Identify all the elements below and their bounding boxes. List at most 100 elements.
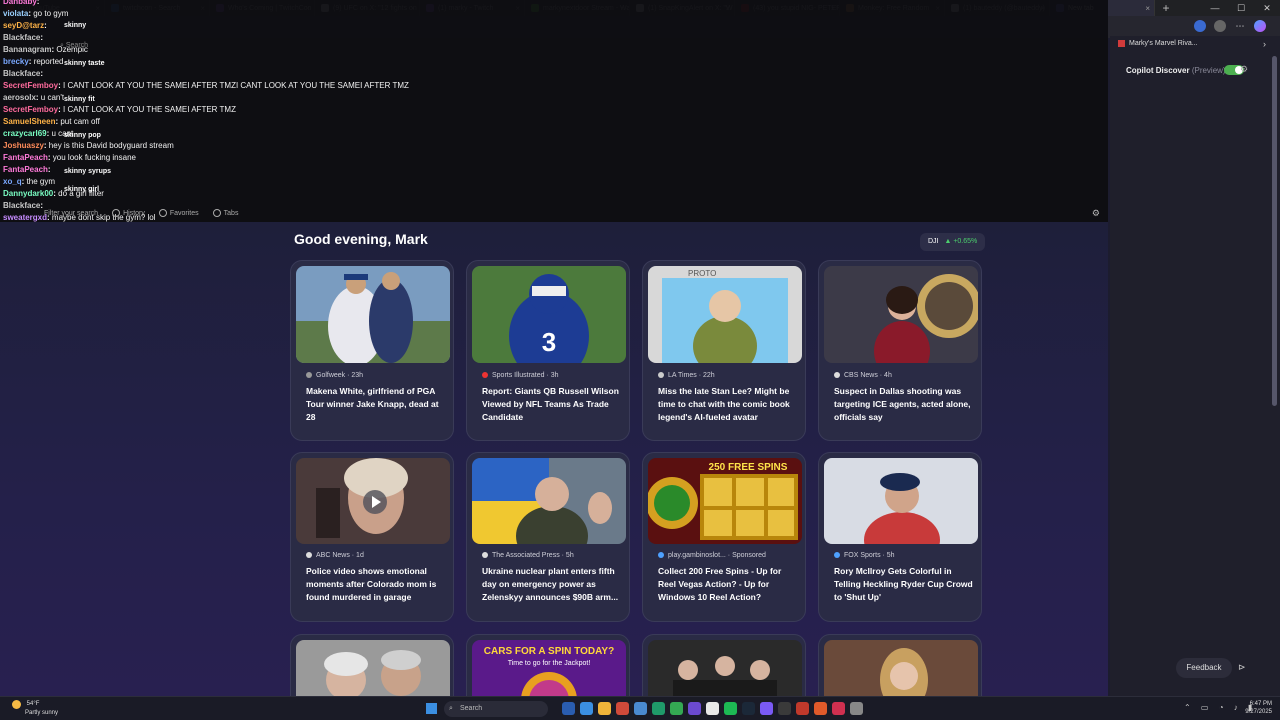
app-icon[interactable] xyxy=(706,702,719,715)
clock-date: 9/27/2025 xyxy=(1245,709,1272,715)
address-search-row[interactable]: ⌕ Search xyxy=(60,42,88,50)
feedback-button[interactable]: Feedback xyxy=(1176,658,1232,678)
profile-icon[interactable] xyxy=(1214,20,1226,32)
favorites-button[interactable]: Favorites xyxy=(158,209,199,217)
tab-close-icon[interactable]: × xyxy=(1145,4,1150,13)
suggestion-item[interactable]: skinny taste xyxy=(64,60,104,67)
task-view-icon[interactable] xyxy=(562,702,575,715)
hologram-photo-icon: PROTO xyxy=(648,266,802,363)
clock[interactable]: 6:47 PM 9/27/2025 xyxy=(1245,700,1272,716)
card-title: Collect 200 Free Spins - Up for Reel Veg… xyxy=(658,566,782,602)
chat-username[interactable]: FantaPeach xyxy=(3,165,48,174)
chat-username[interactable]: Dannydark00 xyxy=(3,189,53,198)
discord-icon[interactable] xyxy=(688,702,701,715)
history-button[interactable]: History xyxy=(112,209,145,217)
spotify-icon[interactable] xyxy=(724,702,737,715)
gear-icon[interactable]: ⚙ xyxy=(1240,64,1248,75)
settings-icon[interactable] xyxy=(850,702,863,715)
chevron-right-icon[interactable]: › xyxy=(1263,39,1266,49)
chat-message: SecretFemboy: I CANT LOOK AT YOU THE SAM… xyxy=(3,105,236,114)
card-image xyxy=(296,266,450,363)
news-card[interactable]: Golfweek · 23h Makena White, girlfriend … xyxy=(290,260,454,441)
sidebar-item-marvel[interactable]: Marky's Marvel Riva... xyxy=(1118,40,1198,47)
chat-message: brecky: reported xyxy=(3,57,63,66)
sponsored-card[interactable]: 250 FREE SPINS play.gambinoslot... · Spo… xyxy=(642,452,806,622)
chat-username[interactable]: seyD@tarz xyxy=(3,21,44,30)
chat-username[interactable]: aerosolx xyxy=(3,93,36,102)
copilot-discover-label: Copilot Discover (Preview) xyxy=(1126,66,1226,75)
stock-ticker-badge[interactable]: DJI ▲ +0.65% xyxy=(920,233,986,251)
play-icon[interactable] xyxy=(363,490,387,514)
weather-widget[interactable]: 54°F Partly sunny xyxy=(12,700,58,717)
tabs-button[interactable]: Tabs xyxy=(212,209,238,217)
minimize-icon[interactable]: — xyxy=(1202,3,1228,13)
svg-text:3: 3 xyxy=(542,327,556,357)
chat-username[interactable]: crazycarl69 xyxy=(3,129,47,138)
app-icon[interactable] xyxy=(760,702,773,715)
suggestion-item[interactable]: skinny syrups xyxy=(64,168,111,175)
news-card[interactable]: ABC News · 1d Police video shows emotion… xyxy=(290,452,454,622)
file-explorer-icon[interactable] xyxy=(598,702,611,715)
suggestion-item[interactable]: skinny fit xyxy=(64,96,95,103)
gear-icon[interactable]: ⚙ xyxy=(1092,208,1100,219)
chat-username[interactable]: Joshuaszy xyxy=(3,141,44,150)
edge-icon[interactable] xyxy=(580,702,593,715)
card-title: Police video shows emotional moments aft… xyxy=(306,566,437,602)
copilot-icon[interactable] xyxy=(1254,20,1266,32)
chat-username[interactable]: Bananagram xyxy=(3,45,51,54)
app-icon[interactable] xyxy=(652,702,665,715)
app-icon[interactable] xyxy=(832,702,845,715)
filter-input[interactable]: Filter your search xyxy=(44,210,98,217)
address-bar-input[interactable]: skinny xyxy=(64,22,86,29)
card-source: play.gambinoslot... · Sponsored xyxy=(658,552,766,559)
extension-icon[interactable] xyxy=(1194,20,1206,32)
chat-username[interactable]: violata xyxy=(3,9,28,18)
news-card[interactable]: The Associated Press · 5h Ukraine nuclea… xyxy=(466,452,630,622)
chat-username[interactable]: SecretFemboy xyxy=(3,105,58,114)
chrome-icon[interactable] xyxy=(670,702,683,715)
chat-username[interactable]: brecky xyxy=(3,57,29,66)
new-tab-page: Good evening, Mark DJI ▲ +0.65% Golfweek… xyxy=(0,222,1108,714)
football-photo-icon: 3 xyxy=(472,266,626,363)
chat-username[interactable]: Blackface xyxy=(3,69,40,78)
chat-username[interactable]: Blackface xyxy=(3,33,40,42)
store-icon[interactable] xyxy=(616,702,629,715)
page-scrollbar[interactable] xyxy=(1272,56,1277,406)
card-source: The Associated Press · 5h xyxy=(482,552,574,559)
news-card[interactable]: 3 Sports Illustrated · 3h Report: Giants… xyxy=(466,260,630,441)
chat-username[interactable]: SecretFemboy xyxy=(3,81,58,90)
chat-message: SamuelSheen: put cam off xyxy=(3,117,100,126)
new-tab-button[interactable]: + xyxy=(1159,1,1173,15)
app-icon[interactable] xyxy=(796,702,809,715)
mail-icon[interactable] xyxy=(634,702,647,715)
chat-username[interactable]: xo_q xyxy=(3,177,22,186)
chat-message: Danbaby: xyxy=(3,0,39,6)
card-image xyxy=(296,458,450,544)
app-icon[interactable] xyxy=(814,702,827,715)
close-icon[interactable]: ✕ xyxy=(1254,3,1280,14)
taskbar-search[interactable]: ⌕ Search xyxy=(444,701,548,717)
suggestion-item[interactable]: skinny girl xyxy=(64,186,99,193)
toolbar-icons: ⋯ xyxy=(1194,20,1266,32)
chat-username[interactable]: Danbaby xyxy=(3,0,37,6)
suggestion-item[interactable]: skinny pop xyxy=(64,132,101,139)
weather-temp: 54°F xyxy=(26,701,40,707)
card-source: CBS News · 4h xyxy=(834,372,892,379)
app-icon[interactable] xyxy=(778,702,791,715)
menu-icon[interactable]: ⋯ xyxy=(1234,20,1246,32)
windows-start-icon[interactable] xyxy=(426,703,437,714)
news-card[interactable]: PROTO LA Times · 22h Miss the late Stan … xyxy=(642,260,806,441)
news-card[interactable]: FOX Sports · 5h Rory McIlroy Gets Colorf… xyxy=(818,452,982,622)
steam-icon[interactable] xyxy=(742,702,755,715)
maximize-icon[interactable]: ☐ xyxy=(1228,3,1254,14)
chat-username[interactable]: FantaPeach xyxy=(3,153,48,162)
card-title: Suspect in Dallas shooting was targeting… xyxy=(834,386,971,422)
card-image xyxy=(824,266,978,363)
preview-label: (Preview) xyxy=(1191,66,1226,75)
card-source: Golfweek · 23h xyxy=(306,372,363,379)
search-icon: ⌕ xyxy=(60,42,64,49)
chat-username[interactable]: SamuelSheen xyxy=(3,117,55,126)
chat-text: you look fucking insane xyxy=(52,153,136,162)
share-icon[interactable]: ⊳ xyxy=(1238,662,1246,673)
news-card[interactable]: CBS News · 4h Suspect in Dallas shooting… xyxy=(818,260,982,441)
